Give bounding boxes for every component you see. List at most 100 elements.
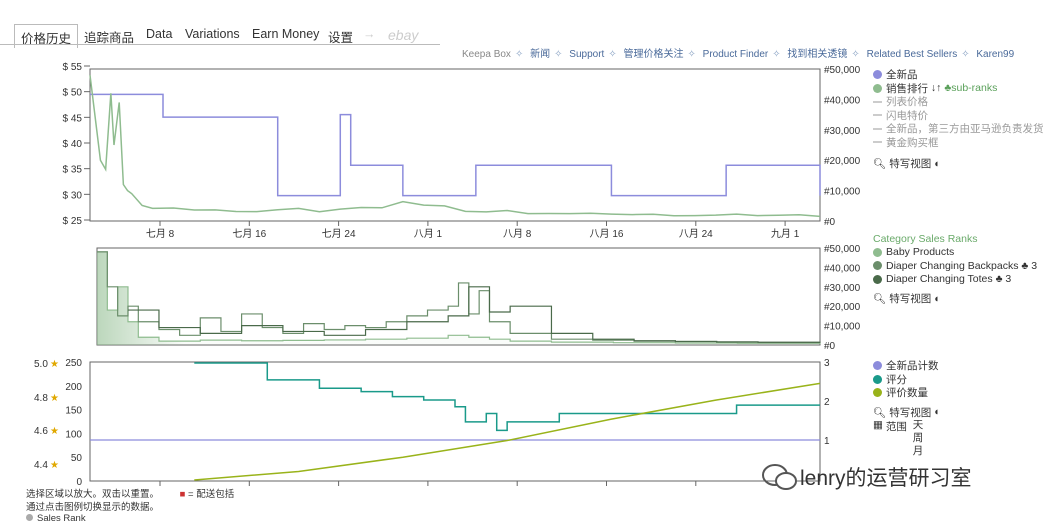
price-tick-label: $ 35 bbox=[63, 165, 83, 176]
star-icon: ★ bbox=[50, 359, 59, 370]
date-tick-label: 七月 16 bbox=[232, 228, 266, 240]
wechat-icon bbox=[762, 464, 797, 490]
category-rank-tick-label: #40,000 bbox=[824, 263, 861, 274]
search-icon: 🔍︎ bbox=[873, 158, 887, 171]
legend-salesrank[interactable]: 销售排行 ↓↑ ♣ sub-ranks bbox=[873, 82, 1044, 96]
legend-fba[interactable]: 全新品，第三方由亚马逊负责发货 bbox=[873, 122, 1044, 136]
circle-icon bbox=[873, 70, 882, 80]
star-icon: ★ bbox=[50, 393, 59, 404]
star-icon: ★ bbox=[50, 460, 59, 471]
price-tick-label: $ 30 bbox=[63, 190, 83, 201]
price-tick-label: $ 55 bbox=[63, 62, 83, 73]
toggle-icon[interactable]: ◐ bbox=[934, 406, 940, 418]
review-count-tick-label: 150 bbox=[65, 406, 82, 417]
circle-icon bbox=[873, 361, 882, 371]
legend-lightning[interactable]: 闪电特价 bbox=[873, 109, 1044, 123]
sitemap-icon: ♣ bbox=[1021, 259, 1029, 272]
search-icon: 🔍︎ bbox=[873, 293, 887, 306]
category-rank-tick-label: #10,000 bbox=[824, 322, 861, 333]
rating-tick-label: 4.6 bbox=[34, 426, 48, 437]
category-rank-line-1 bbox=[97, 251, 821, 344]
dash-icon bbox=[873, 141, 882, 144]
category-rank-line-2 bbox=[127, 286, 821, 343]
closeup-toggle-1[interactable]: 🔍︎ 特写视图 ◐ bbox=[873, 157, 1044, 171]
rank-tick-label: #20,000 bbox=[824, 156, 861, 167]
range-selector[interactable]: ▦ 范围 天周月 bbox=[873, 419, 941, 458]
legend-new[interactable]: 全新品 bbox=[873, 68, 1044, 82]
date-tick-label: 七月 24 bbox=[322, 228, 356, 240]
watermark: lenry的运营研习室 bbox=[760, 462, 972, 492]
legend-new-count[interactable]: 全新品计数 bbox=[873, 359, 941, 373]
search-icon: 🔍︎ bbox=[873, 406, 887, 419]
legend-buybox[interactable]: 黄金购买框 bbox=[873, 136, 1044, 150]
zoom-hint: 选择区域以放大。双击以重置。 ■ = 配送包括 bbox=[26, 489, 235, 500]
legend-list-price[interactable]: 列表价格 bbox=[873, 95, 1044, 109]
circle-icon bbox=[873, 274, 882, 284]
price-tick-label: $ 50 bbox=[63, 88, 83, 99]
rating-tick-label: 5.0 bbox=[34, 359, 48, 370]
closeup-toggle-2[interactable]: 🔍︎ 特写视图 ◐ bbox=[873, 292, 1037, 306]
rank-tick-label: #30,000 bbox=[824, 126, 861, 137]
calendar-icon: ▦ bbox=[873, 419, 883, 431]
legend-rating[interactable]: 评分 bbox=[873, 373, 941, 387]
rank-tick-label: #10,000 bbox=[824, 187, 861, 198]
circle-icon bbox=[873, 247, 882, 257]
price-panel-frame bbox=[89, 68, 821, 222]
bottom-legend: 全新品计数 评分 评价数量 🔍︎ 特写视图 ◐ ▦ 范围 天周月 bbox=[873, 359, 941, 458]
date-tick-label: 七月 8 bbox=[146, 228, 175, 240]
date-tick-label: 八月 16 bbox=[590, 228, 624, 240]
truck-icon: ■ bbox=[179, 489, 186, 500]
rating-panel-frame bbox=[89, 361, 821, 482]
category-rank-tick-label: #50,000 bbox=[824, 244, 861, 255]
review-count-line bbox=[194, 382, 821, 481]
date-tick-label: 八月 8 bbox=[503, 228, 532, 240]
legend-backpacks[interactable]: Diaper Changing Backpacks ♣ 3 bbox=[873, 259, 1037, 273]
legend-totes[interactable]: Diaper Changing Totes ♣ 3 bbox=[873, 273, 1037, 287]
count-tick-label: 3 bbox=[824, 358, 830, 369]
sitemap-icon: ♣ bbox=[944, 82, 952, 95]
category-rank-tick-label: #0 bbox=[824, 341, 836, 352]
rating-tick-label: 4.8 bbox=[34, 393, 48, 404]
circle-icon bbox=[873, 374, 882, 384]
price-tick-label: $ 25 bbox=[63, 216, 83, 227]
legend-baby-products[interactable]: Baby Products bbox=[873, 246, 1037, 260]
date-tick-label: 九月 1 bbox=[771, 228, 800, 240]
count-tick-label: 2 bbox=[824, 397, 830, 408]
price-tick-label: $ 45 bbox=[63, 113, 83, 124]
category-legend: Category Sales Ranks Baby Products Diape… bbox=[873, 232, 1037, 306]
rating-line bbox=[194, 362, 820, 432]
toggle-icon[interactable]: ◐ bbox=[934, 293, 940, 305]
date-tick-label: 八月 24 bbox=[679, 228, 713, 240]
sub-ranks-link[interactable]: sub-ranks bbox=[951, 82, 997, 94]
legend-review-count[interactable]: 评价数量 bbox=[873, 386, 941, 400]
dash-icon bbox=[873, 127, 882, 130]
category-rank-tick-label: #30,000 bbox=[824, 283, 861, 294]
price-tick-label: $ 40 bbox=[63, 139, 83, 150]
closeup-toggle-3[interactable]: 🔍︎ 特写视图 ◐ bbox=[873, 406, 941, 420]
review-count-tick-label: 100 bbox=[65, 429, 82, 440]
rank-tick-label: #40,000 bbox=[824, 95, 861, 106]
rating-tick-label: 4.4 bbox=[34, 460, 48, 471]
dash-icon bbox=[873, 114, 882, 117]
circle-icon bbox=[26, 514, 33, 521]
dash-icon bbox=[873, 100, 882, 103]
rank-tick-label: #0 bbox=[824, 217, 836, 228]
review-count-tick-label: 200 bbox=[65, 382, 82, 393]
circle-icon bbox=[873, 83, 882, 93]
sales-rank-label: Sales Rank bbox=[26, 513, 86, 524]
toggle-icon[interactable]: ◐ bbox=[934, 158, 940, 170]
sitemap-icon: ♣ bbox=[995, 273, 1003, 286]
count-tick-label: 1 bbox=[824, 436, 830, 447]
date-tick-label: 八月 1 bbox=[414, 228, 443, 240]
main-legend: 全新品 销售排行 ↓↑ ♣ sub-ranks 列表价格 闪电特价 全新品，第三方… bbox=[873, 68, 1044, 171]
sort-icon[interactable]: ↓↑ bbox=[931, 82, 942, 94]
star-icon: ★ bbox=[50, 426, 59, 437]
circle-icon bbox=[873, 388, 882, 398]
rank-tick-label: #50,000 bbox=[824, 65, 861, 76]
review-count-tick-label: 50 bbox=[71, 453, 83, 464]
new-price-line bbox=[90, 93, 821, 197]
category-legend-title: Category Sales Ranks bbox=[873, 232, 978, 245]
legend-hint: 通过点击图例切换显示的数据。 bbox=[26, 502, 160, 513]
circle-icon bbox=[873, 261, 882, 271]
category-rank-tick-label: #20,000 bbox=[824, 302, 861, 313]
